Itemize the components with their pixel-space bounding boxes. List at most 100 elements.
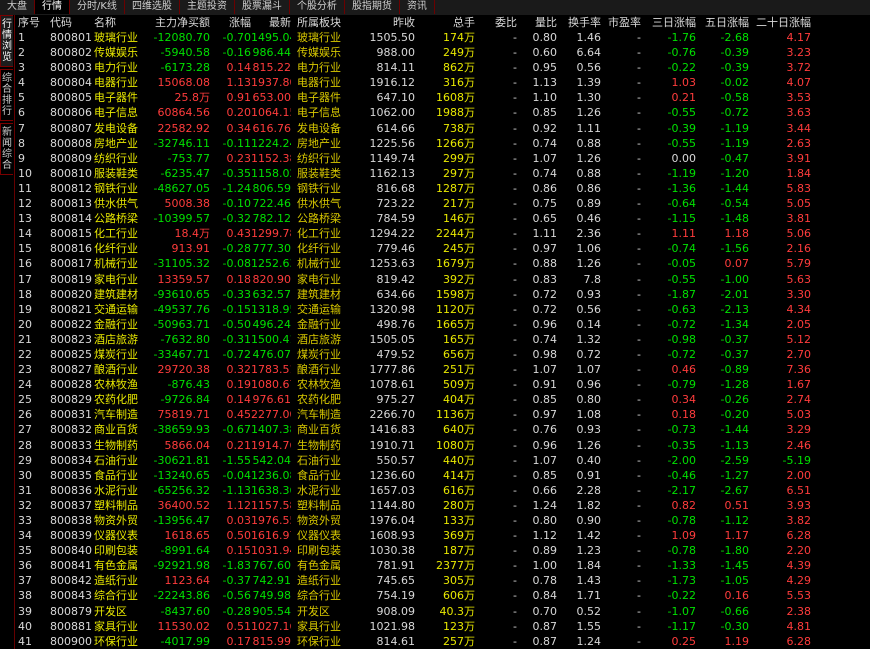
table-row[interactable]: 27800832商业百货-38659.93-0.671407.38商业百货141… [15,422,870,437]
table-row[interactable]: 36 800841 有色金属 -92921.98 -1.83 767.60 有色金属 781.… [15,558,870,573]
table-row[interactable]: 7 800807 发电设备 22582.92 0.34 616.76 发电设备 614.66 7… [15,121,870,136]
cell-总手: 1266万 [436,136,475,150]
column-header-5[interactable]: 最新 [251,15,291,30]
cell-五日涨幅: -0.89 [720,363,749,377]
table-row[interactable]: 18 800820 建筑建材 -93610.65 -0.33 632.57 建筑建材 634.… [15,287,870,302]
cell-委比: - [513,302,517,316]
table-row[interactable]: 3 800803 电力行业 -6173.28 0.14 815.22 电力行业 814.11 8… [15,60,870,75]
table-row[interactable]: 23800827酿酒行业29720.380.321783.51酿酒行业1777.… [15,362,870,377]
cell-代码: 800822 [50,317,92,331]
table-row[interactable]: 24800828农林牧渔-876.430.191080.67农林牧渔1078.6… [15,377,870,392]
table-row[interactable]: 16800817机械行业-31105.32-0.081252.63机械行业125… [15,256,870,271]
side-tab-0[interactable]: 行情浏览 [0,15,13,67]
table-row[interactable]: 25 800829 农药化肥 -9726.84 0.14 976.61 农药化肥 975.27… [15,392,870,407]
cell-五日涨幅: 0.16 [724,589,750,603]
top-tab-3[interactable]: 四维选股 [125,0,180,14]
table-row[interactable]: 20 800822 金融行业 -50963.71 -0.50 496.24 金融行业 498.… [15,317,870,332]
table-row[interactable]: 5 800805 电子器件 25.8万 0.91 653.00 电子器件 647.10 1608… [15,90,870,105]
cell-主力净买额: -10399.57 [153,212,210,226]
column-header-9[interactable]: 委比 [477,15,517,30]
cell-市盈率: - [637,423,641,437]
side-tab-2[interactable]: 新闻综合 [0,123,13,175]
table-row[interactable]: 10800810服装鞋类-6235.47-0.351158.02服装鞋类1162… [15,166,870,181]
table-row[interactable]: 32800837塑料制品36400.521.121157.58塑料制品1144.… [15,498,870,513]
table-row[interactable]: 15 800816 化纤行业 913.91 -0.28 777.30 化纤行业 779.46 2… [15,241,870,256]
table-row[interactable]: 12 800813 供水供气 5008.38 -0.10 722.46 供水供气 723.22… [15,196,870,211]
top-tab-4[interactable]: 主题投资 [180,0,235,14]
top-tab-6[interactable]: 个股分析 [290,0,345,14]
column-header-15[interactable]: 二十日涨幅 [755,15,811,30]
table-row[interactable]: 29 800834 石油行业 -30621.81 -1.55 542.04 石油行业 550.… [15,453,870,468]
table-row[interactable]: 14800815化工行业18.4万0.431299.78化工行业1294.222… [15,226,870,241]
column-header-2[interactable]: 名称 [94,15,150,30]
top-tab-1[interactable]: 行情 [35,0,70,14]
side-tab-1[interactable]: 综合排行 [0,69,13,121]
column-header-10[interactable]: 量比 [521,15,557,30]
cell-序号: 21 [18,332,32,346]
table-row[interactable]: 22 800825 煤炭行业 -33467.71 -0.72 476.07 煤炭行业 479.… [15,347,870,362]
top-tab-0[interactable]: 大盘 [0,0,35,14]
column-header-8[interactable]: 总手 [415,15,475,30]
column-header-0[interactable]: 序号 [18,15,44,30]
cell-市盈率: - [637,136,641,150]
table-row[interactable]: 9800809纺织行业-753.770.231152.38纺织行业1149.74… [15,151,870,166]
cell-三日涨幅: 0.34 [671,393,697,407]
cell-代码: 800812 [50,181,92,195]
table-row[interactable]: 8800808房地产业-32746.11-0.111224.24房地产业1225… [15,136,870,151]
column-header-13[interactable]: 三日涨幅 [644,15,696,30]
cell-换手率: 0.80 [576,393,602,407]
table-row[interactable]: 11 800812 钢铁行业 -48627.05 -1.24 806.59 钢铁行业 816.… [15,181,870,196]
cell-三日涨幅: 0.21 [671,91,697,105]
cell-二十日涨幅: 2.74 [786,393,812,407]
column-header-6[interactable]: 所属板块 [297,15,361,30]
column-header-14[interactable]: 五日涨幅 [699,15,749,30]
table-row[interactable]: 33800838物资外贸-13956.470.031976.55物资外贸1976… [15,513,870,528]
cell-最新: 1500.41 [251,332,291,346]
column-header-7[interactable]: 昨收 [361,15,415,30]
cell-涨幅: -0.28 [222,604,251,618]
cell-市盈率: - [637,317,641,331]
table-row[interactable]: 21800823酒店旅游-7632.80-0.311500.41酒店旅游1505… [15,332,870,347]
column-header-12[interactable]: 市盈率 [601,15,641,30]
table-row[interactable]: 2 800802 传媒娱乐 -5940.58 -0.16 986.44 传媒娱乐 988.00… [15,45,870,60]
cell-量比: 0.74 [532,166,558,180]
table-row[interactable]: 38 800843 综合行业 -22243.86 -0.56 749.98 综合行业 754.… [15,588,870,603]
top-tab-8[interactable]: 资讯 [400,0,435,14]
column-header-11[interactable]: 换手率 [561,15,601,30]
table-row[interactable]: 41 800900 环保行业 -4017.99 0.17 815.99 环保行业 814.61… [15,634,870,649]
column-header-3[interactable]: 主力净买额 [152,15,210,30]
table-row[interactable]: 34800839仪器仪表1618.650.501616.97仪器仪表1608.9… [15,528,870,543]
cell-市盈率: - [637,408,641,422]
table-row[interactable]: 26800831汽车制造75819.710.452277.00汽车制造2266.… [15,407,870,422]
cell-序号: 27 [18,423,32,437]
table-row[interactable]: 4800804电器行业15068.081.131937.80电器行业1916.1… [15,75,870,90]
table-row[interactable]: 28800833生物制药5866.040.211914.76生物制药1910.7… [15,438,870,453]
table-row[interactable]: 1800801玻璃行业-12080.70-0.701495.04玻璃行业1505… [15,30,870,45]
cell-三日涨幅: 0.82 [671,498,697,512]
cell-三日涨幅: -0.76 [667,46,696,60]
cell-换手率: 2.28 [576,483,602,497]
table-row[interactable]: 6800806电子信息60864.560.201064.15电子信息1062.0… [15,105,870,120]
table-row[interactable]: 13 800814 公路桥梁 -10399.57 -0.32 782.12 公路桥梁 784.… [15,211,870,226]
top-tab-5[interactable]: 股票漏斗 [235,0,290,14]
table-row[interactable]: 17 800819 家电行业 13359.57 0.18 820.90 家电行业 819.42… [15,272,870,287]
table-row[interactable]: 37 800842 造纸行业 1123.64 -0.37 742.91 造纸行业 745.65… [15,573,870,588]
table-row[interactable]: 30800835食品行业-13240.65-0.041236.08食品行业123… [15,468,870,483]
table-row[interactable]: 39 800879 开发区 -8437.60 -0.28 905.54 开发区 908.09 4… [15,604,870,619]
cell-主力净买额: 22582.92 [157,121,211,135]
top-tab-2[interactable]: 分时/K线 [70,0,125,14]
cell-五日涨幅: -1.19 [720,121,749,135]
cell-涨幅: 0.34 [226,121,252,135]
table-row[interactable]: 35800840印刷包装-8991.640.151031.94印刷包装1030.… [15,543,870,558]
cell-总手: 738万 [443,121,475,135]
cell-昨收: 754.19 [376,589,416,603]
table-row[interactable]: 40800881家具行业11530.020.511027.16家具行业1021.… [15,619,870,634]
column-header-4[interactable]: 涨幅 [211,15,251,30]
table-row[interactable]: 31800836水泥行业-65256.32-1.131638.36水泥行业165… [15,483,870,498]
table-row[interactable]: 19800821交通运输-49537.76-0.151318.95交通运输132… [15,302,870,317]
column-header-1[interactable]: 代码 [50,15,96,30]
cell-序号: 37 [18,574,32,588]
cell-三日涨幅: -1.15 [667,212,696,226]
cell-名称: 电子信息 [94,106,138,120]
top-tab-7[interactable]: 股指期货 [345,0,400,14]
